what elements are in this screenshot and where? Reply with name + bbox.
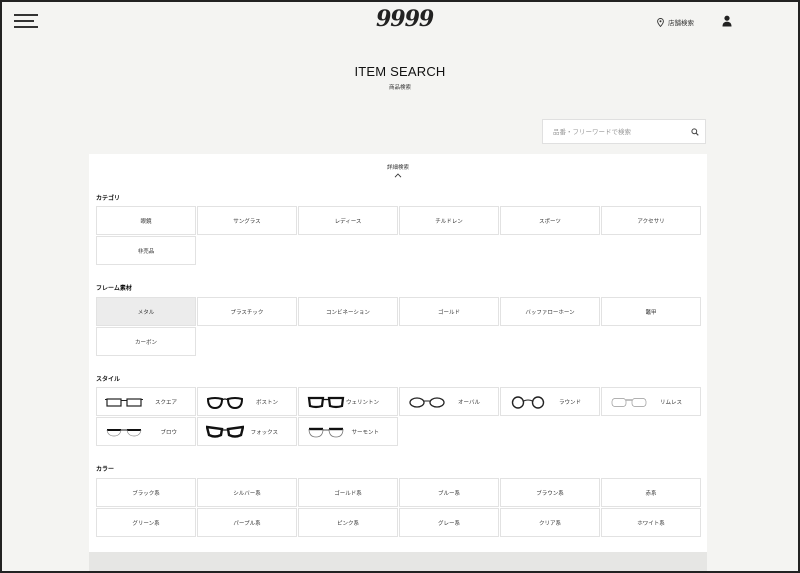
store-search-label: 店舗検索 bbox=[668, 19, 694, 27]
material-option[interactable]: コンビネーション bbox=[298, 297, 398, 326]
store-search-link[interactable]: 店舗検索 bbox=[657, 16, 694, 28]
style-label-text: オーバル bbox=[458, 399, 480, 406]
color-option[interactable]: 赤系 bbox=[601, 478, 701, 507]
chevron-up-icon bbox=[394, 173, 402, 178]
advanced-search-panel: 詳細検索 カテゴリ 眼鏡 サングラス レディース チルドレン スポーツ アクセサ… bbox=[89, 154, 707, 552]
color-option[interactable]: ピンク系 bbox=[298, 508, 398, 537]
style-label-text: ウェリントン bbox=[345, 399, 379, 406]
category-option[interactable]: スポーツ bbox=[500, 206, 600, 235]
fox-glasses-icon bbox=[206, 425, 244, 438]
style-label-text: フォックス bbox=[250, 429, 278, 436]
material-label: フレーム素材 bbox=[96, 285, 132, 292]
material-option[interactable]: バッファローホーン bbox=[500, 297, 600, 326]
color-option[interactable]: ブラック系 bbox=[96, 478, 196, 507]
category-grid: 眼鏡 サングラス レディース チルドレン スポーツ アクセサリ 非売品 bbox=[96, 206, 701, 265]
style-label-text: ラウンド bbox=[558, 399, 581, 406]
panel-footer bbox=[89, 552, 707, 571]
page-frame: 9999 店舗検索 ITEM SEARCH 商品検索 詳細検索 bbox=[0, 0, 800, 573]
style-label-text: ブロウ bbox=[160, 429, 177, 436]
location-pin-icon bbox=[657, 17, 664, 27]
category-option[interactable]: 非売品 bbox=[96, 236, 196, 265]
advanced-search-label: 詳細検索 bbox=[386, 165, 409, 171]
category-label: カテゴリ bbox=[96, 195, 121, 202]
advanced-search-toggle[interactable]: 詳細検索 bbox=[89, 163, 707, 178]
style-option-rimless[interactable]: リムレス bbox=[601, 387, 701, 416]
style-label-text: リムレス bbox=[659, 399, 682, 406]
style-option-oval[interactable]: オーバル bbox=[399, 387, 499, 416]
color-option[interactable]: パープル系 bbox=[197, 508, 297, 537]
style-grid: スクエア ボストン ウェリントン オーバル ラウンド リムレス ブロウ フォック… bbox=[96, 387, 701, 446]
wellington-glasses-icon bbox=[307, 396, 345, 408]
boston-glasses-icon bbox=[206, 396, 244, 409]
hamburger-icon[interactable] bbox=[14, 14, 38, 28]
page-title: ITEM SEARCH bbox=[354, 64, 446, 79]
style-option-sirmont[interactable]: サーモント bbox=[298, 417, 398, 446]
page-subtitle: 商品検索 bbox=[388, 85, 411, 91]
search-button[interactable] bbox=[685, 120, 705, 143]
oval-glasses-icon bbox=[409, 396, 445, 408]
color-grid: ブラック系 シルバー系 ゴールド系 ブルー系 ブラウン系 赤系 グリーン系 パー… bbox=[96, 478, 701, 537]
style-label-text: スクエア bbox=[154, 399, 177, 406]
color-option[interactable]: ゴールド系 bbox=[298, 478, 398, 507]
style-option-square[interactable]: スクエア bbox=[96, 387, 196, 416]
site-header: 9999 店舗検索 bbox=[2, 2, 798, 42]
style-option-round[interactable]: ラウンド bbox=[500, 387, 600, 416]
search-box bbox=[542, 119, 706, 144]
category-option[interactable]: アクセサリ bbox=[601, 206, 701, 235]
color-option[interactable]: グレー系 bbox=[399, 508, 499, 537]
style-option-fox[interactable]: フォックス bbox=[197, 417, 297, 446]
user-icon[interactable] bbox=[722, 15, 732, 27]
color-option[interactable]: ブルー系 bbox=[399, 478, 499, 507]
material-option[interactable]: ゴールド bbox=[399, 297, 499, 326]
search-input[interactable] bbox=[543, 120, 685, 143]
style-option-boston[interactable]: ボストン bbox=[197, 387, 297, 416]
search-icon bbox=[691, 127, 699, 136]
color-option[interactable]: ホワイト系 bbox=[601, 508, 701, 537]
style-label: スタイル bbox=[96, 376, 121, 383]
sirmont-glasses-icon bbox=[308, 427, 344, 437]
style-option-brow[interactable]: ブロウ bbox=[96, 417, 196, 446]
style-label-text: サーモント bbox=[351, 429, 379, 436]
style-label-text: ボストン bbox=[255, 399, 278, 406]
brow-glasses-icon bbox=[106, 428, 142, 436]
category-option[interactable]: サングラス bbox=[197, 206, 297, 235]
rimless-glasses-icon bbox=[611, 397, 647, 407]
material-option[interactable]: 鼈甲 bbox=[601, 297, 701, 326]
square-glasses-icon bbox=[105, 397, 143, 407]
color-label: カラー bbox=[96, 466, 115, 473]
brand-logo[interactable]: 9999 bbox=[376, 6, 434, 34]
material-option-selected[interactable]: メタル bbox=[96, 297, 196, 326]
color-option[interactable]: クリア系 bbox=[500, 508, 600, 537]
category-option[interactable]: レディース bbox=[298, 206, 398, 235]
material-grid: メタル プラスチック コンビネーション ゴールド バッファローホーン 鼈甲 カー… bbox=[96, 297, 701, 356]
category-option[interactable]: チルドレン bbox=[399, 206, 499, 235]
color-option[interactable]: シルバー系 bbox=[197, 478, 297, 507]
material-option[interactable]: カーボン bbox=[96, 327, 196, 356]
color-option[interactable]: グリーン系 bbox=[96, 508, 196, 537]
category-option[interactable]: 眼鏡 bbox=[96, 206, 196, 235]
style-option-wellington[interactable]: ウェリントン bbox=[298, 387, 398, 416]
color-option[interactable]: ブラウン系 bbox=[500, 478, 600, 507]
material-option[interactable]: プラスチック bbox=[197, 297, 297, 326]
round-glasses-icon bbox=[511, 395, 545, 409]
